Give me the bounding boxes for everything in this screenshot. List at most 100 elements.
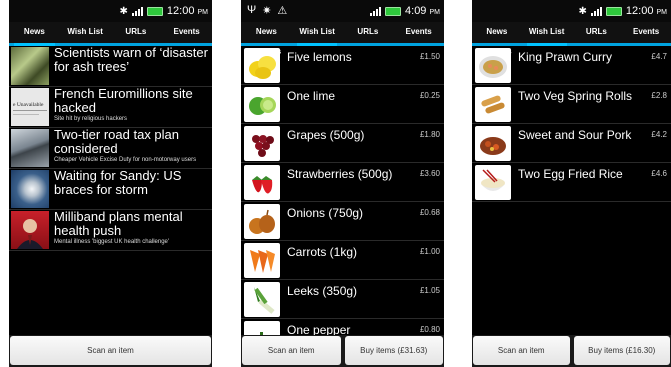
footer: Scan an item Buy items (£16.30) [472,335,671,367]
tab-wish-list[interactable]: Wish List [60,22,111,43]
tab-urls[interactable]: URLs [343,22,394,43]
footer: Scan an item Buy items (£31.63) [241,335,444,367]
news-headline: French Euromillions site hacked [54,87,193,115]
phone-news: ✱ 12:00 PM News Articles Wish List URLs … [9,0,212,367]
buy-items-button[interactable]: Buy items (£16.30) [573,336,670,365]
spring-roll-icon [475,87,511,122]
item-name: One lime [287,89,336,103]
news-list: Scientists warn of ‘disaster for ash tre… [9,46,212,251]
list-item[interactable]: King Prawn Curry £4.7 [472,46,671,85]
item-name: Two Veg Spring Rolls [518,89,633,103]
news-item[interactable]: Scientists warn of ‘disaster for ash tre… [9,46,212,87]
news-subheadline: Mental illness 'biggest UK health challe… [54,239,170,245]
footer: Scan an item [9,335,212,367]
tab-wish-list[interactable]: Wish List [522,22,572,46]
lime-icon [244,87,280,122]
news-item[interactable]: e Unavailable French Euromillions site h… [9,87,212,128]
item-price: £4.2 [651,130,667,139]
site-unavailable-icon: e Unavailable [13,102,47,115]
tab-bar: News Articles Wish List URLs Events [241,22,444,56]
battery-icon [385,6,402,16]
battery-icon [605,6,622,16]
item-price: £4.6 [651,169,667,178]
battery-icon [146,6,163,16]
scan-item-button[interactable]: Scan an item [10,336,211,365]
tab-events[interactable]: Events [393,22,444,43]
bluetooth-icon: ✱ [119,5,128,17]
item-price: £1.00 [419,247,440,256]
tab-bar: News Articles Wish List URLs Events [472,22,671,56]
item-name: Five lemons [287,50,352,64]
status-bar: ✱ 12:00 PM [9,0,212,22]
item-price: £1.05 [419,286,440,295]
item-name: Leeks (350g) [287,284,358,298]
news-item[interactable]: Waiting for Sandy: US braces for storm [9,169,212,210]
svg-text:e Unavailable: e Unavailable [13,102,44,108]
news-headline: Two-tier road tax plan considered [54,128,180,156]
list-item[interactable]: Sweet and Sour Pork £4.2 [472,124,671,163]
tab-news-articles[interactable]: News Articles [472,22,522,56]
item-price: £0.68 [419,208,440,217]
buy-items-button[interactable]: Buy items (£31.63) [344,336,443,365]
clock: 12:00 PM [625,5,667,17]
item-name: Sweet and Sour Pork [518,128,632,142]
settings-icon: ✷ [262,5,272,17]
clock: 12:00 PM [166,5,208,17]
ash-tree-thumbnail [11,47,49,85]
motorway-thumbnail [11,129,49,167]
usb-icon: Ψ [247,4,257,16]
item-price: £4.7 [651,52,667,61]
grapes-icon [244,126,280,161]
tab-urls[interactable]: URLs [572,22,622,43]
list-item[interactable]: Strawberries (500g) £3.60 [241,163,444,202]
tab-news-articles[interactable]: News Articles [241,22,292,56]
status-bar: ✱ 12:00 PM [472,0,671,22]
item-name: Onions (750g) [287,206,364,220]
tab-urls[interactable]: URLs [111,22,162,43]
status-bar: Ψ ✷ ⚠ 4:09 PM [241,0,444,22]
fried-rice-icon [475,165,511,200]
scan-item-button[interactable]: Scan an item [473,336,570,365]
item-price: £2.8 [651,91,667,100]
item-price: £0.25 [419,91,440,100]
tab-news-articles[interactable]: News Articles [9,22,60,56]
signal-icon [131,6,143,16]
signal-icon [590,6,602,16]
item-price: £1.50 [419,52,440,61]
list-item[interactable]: Onions (750g) £0.68 [241,202,444,241]
list-item[interactable]: Grapes (500g) £1.80 [241,124,444,163]
clock: 4:09 PM [405,5,440,17]
news-subheadline: Site hit by religious hackers [54,116,128,122]
list-item[interactable]: Five lemons £1.50 [241,46,444,85]
list-item[interactable]: One lime £0.25 [241,85,444,124]
tab-events[interactable]: Events [161,22,212,43]
bluetooth-icon: ✱ [578,5,587,17]
item-price: £1.80 [419,130,440,139]
sweet-sour-pork-icon [475,126,511,161]
phone-takeaway: ✱ 12:00 PM News Articles Wish List URLs … [472,0,671,367]
storm-thumbnail [11,170,49,208]
strawberry-icon [244,165,280,200]
tab-events[interactable]: Events [621,22,671,43]
scan-item-button[interactable]: Scan an item [242,336,341,365]
item-price: £3.60 [419,169,440,178]
onion-icon [244,204,280,239]
politician-thumbnail [11,211,49,249]
list-item[interactable]: Leeks (350g) £1.05 [241,280,444,319]
lemon-icon [244,48,280,83]
news-item[interactable]: Two-tier road tax plan considered Cheape… [9,128,212,169]
warning-icon: ⚠ [277,5,288,17]
list-item[interactable]: Carrots (1kg) £1.00 [241,241,444,280]
carrot-icon [244,243,280,278]
item-name: Two Egg Fried Rice [518,167,623,181]
news-item[interactable]: Milliband plans mental health push Menta… [9,210,212,251]
news-subheadline: Cheaper Vehicle Excise Duty for non-moto… [54,157,197,163]
list-item[interactable]: Two Veg Spring Rolls £2.8 [472,85,671,124]
item-name: Grapes (500g) [287,128,365,142]
tab-wish-list[interactable]: Wish List [292,22,343,46]
phone-wishlist: Ψ ✷ ⚠ 4:09 PM News Articles Wish List UR… [241,0,444,367]
tab-bar: News Articles Wish List URLs Events [9,22,212,56]
news-headline: Milliband plans mental health push [54,210,183,238]
list-item[interactable]: Two Egg Fried Rice £4.6 [472,163,671,202]
curry-icon [475,48,511,83]
